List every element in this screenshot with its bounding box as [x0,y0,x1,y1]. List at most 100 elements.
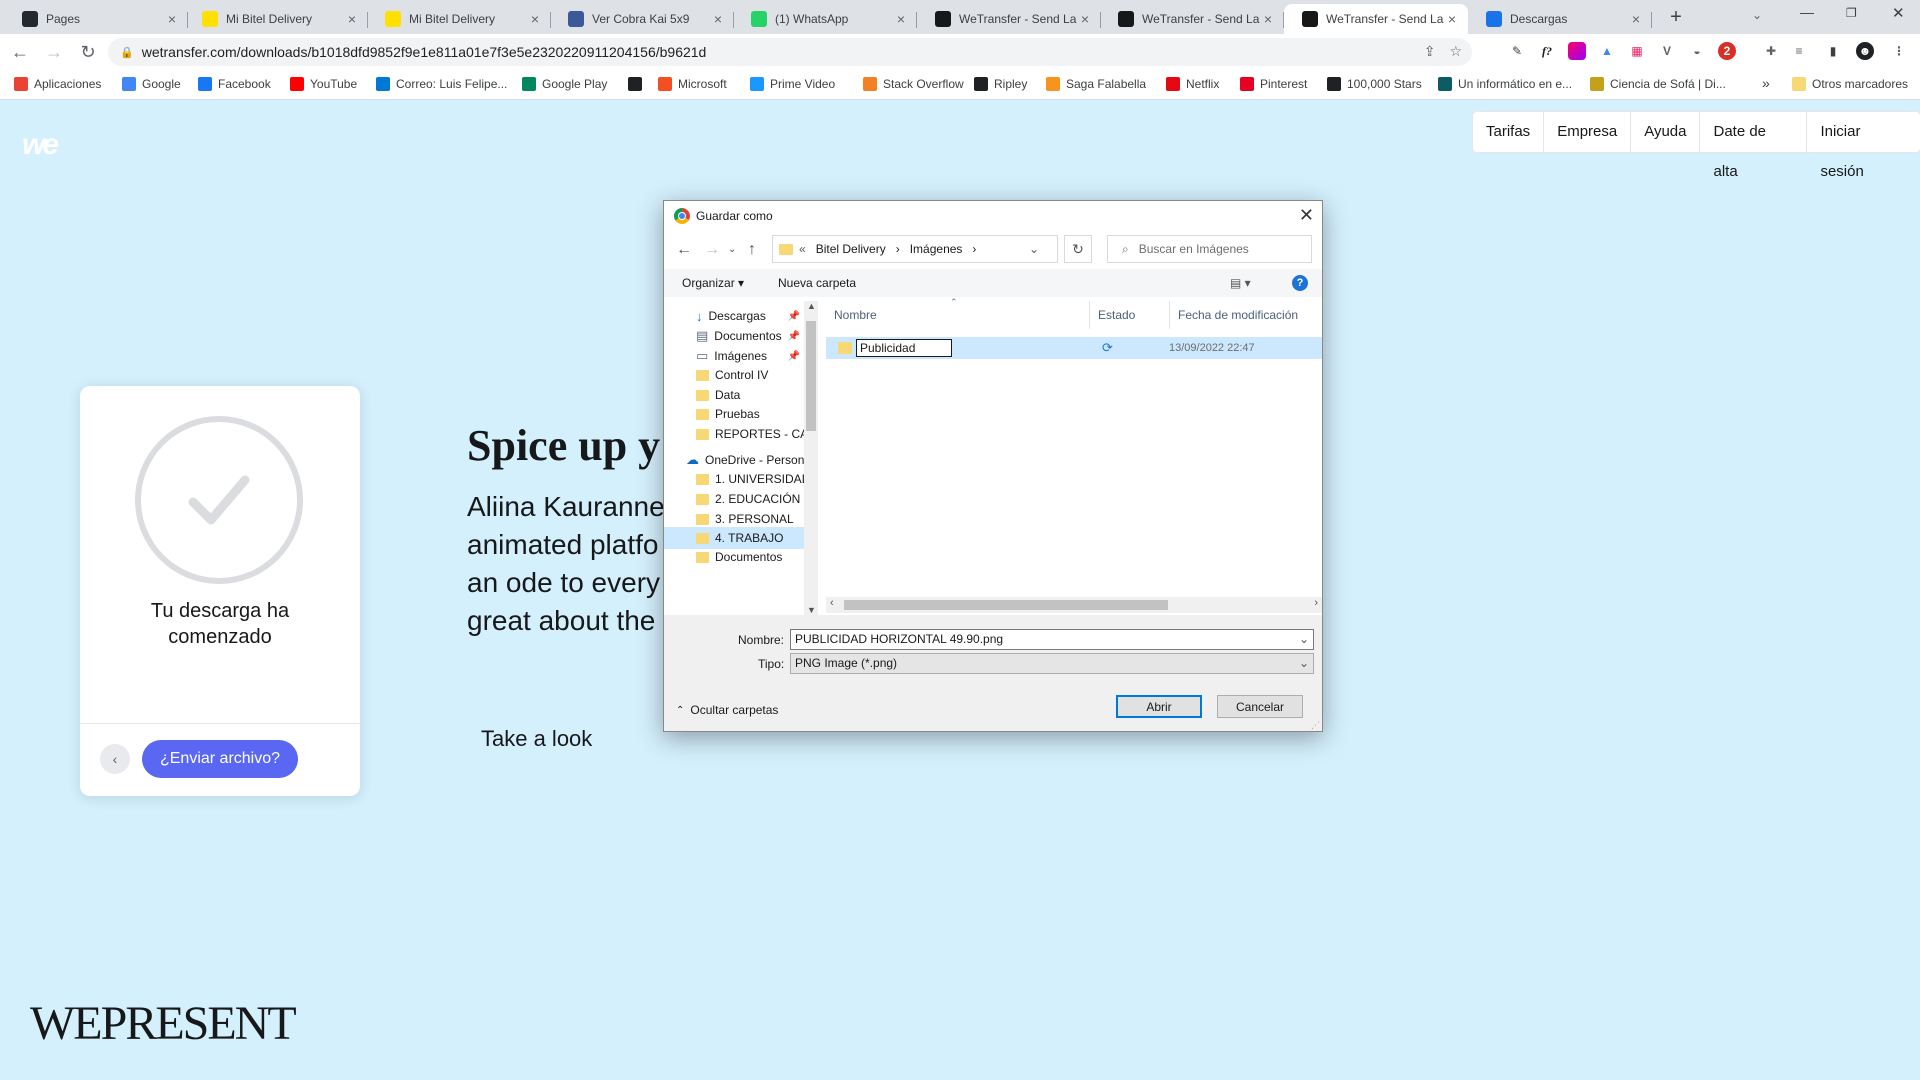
share-icon[interactable]: ⇪ [1424,43,1436,60]
bookmark-item[interactable]: Aplicaciones [14,77,101,91]
other-bookmarks[interactable]: Otros marcadores [1792,77,1908,91]
bookmark-star-icon[interactable]: ☆ [1449,43,1462,60]
puzzle-extensions-icon[interactable]: ✚ [1762,42,1780,60]
breadcrumb-imagenes[interactable]: Imágenes [910,242,963,256]
filename-field[interactable]: PUBLICIDAD HORIZONTAL 49.90.png ⌄ [790,629,1314,650]
column-date[interactable]: Fecha de modificación [1170,301,1322,329]
bookmark-item[interactable]: 100,000 Stars [1327,77,1422,91]
up-arrow-icon[interactable]: ↑ [748,241,756,259]
scroll-right-icon[interactable]: › [1314,597,1318,609]
tab[interactable]: (1) WhatsApp × [733,4,917,34]
tab-close-icon[interactable]: × [893,11,909,27]
bookmark-item[interactable]: Netflix [1166,77,1219,91]
address-bar[interactable]: 🔒 wetransfer.com/downloads/b1018dfd9852f… [108,38,1472,66]
column-status[interactable]: Estado [1090,301,1170,329]
bookmarks-overflow-icon[interactable]: » [1762,75,1770,91]
forward-arrow-icon[interactable]: → [704,241,720,259]
navigation-scrollbar[interactable]: ▲ ▼ [804,301,818,615]
tab-close-icon[interactable]: × [710,11,726,27]
tab[interactable]: WeTransfer - Send Lar × [1100,4,1284,34]
window-close-button[interactable]: ✕ [1892,4,1905,22]
bookmark-item[interactable]: Prime Video [750,77,835,91]
nav-item[interactable]: Iniciar sesión [1807,112,1920,180]
hide-folders-toggle[interactable]: ⌃ Ocultar carpetas [676,703,778,717]
reload-icon[interactable]: ↻ [74,38,102,66]
bookmark-item[interactable]: Google [122,77,181,91]
view-options-icon[interactable]: ▤ ▾ [1230,276,1251,290]
back-arrow-icon[interactable]: ← [676,241,692,259]
sidebar-item[interactable]: ↓ Descargas 📌 [664,305,804,327]
tab-close-icon[interactable]: × [527,11,543,27]
chevron-down-icon[interactable]: ⌄ [1299,630,1309,649]
nav-item[interactable]: Ayuda [1631,112,1701,152]
sidebar-item[interactable]: Control IV [664,364,804,386]
file-type-select[interactable]: PNG Image (*.png) ⌄ [790,653,1314,674]
bookmark-item[interactable]: Google Play [522,77,607,91]
wepresent-logo[interactable]: WEPRESENT [30,996,297,1051]
adblock-extension-icon[interactable]: 2 [1718,42,1736,60]
new-folder-button[interactable]: Nueva carpeta [778,276,856,290]
wetransfer-logo[interactable]: we [22,128,59,162]
tab[interactable]: WeTransfer - Send Lar × [917,4,1101,34]
grid-extension-icon[interactable]: ▦ [1628,42,1646,60]
organize-menu[interactable]: Organizar ▾ [682,276,744,290]
bookmark-item[interactable]: Un informático en e... [1438,77,1572,91]
recent-dropdown-icon[interactable]: ⌄ [728,244,736,255]
sidebar-item[interactable]: Documentos [664,546,804,568]
tab-close-icon[interactable]: × [1077,11,1093,27]
take-a-look-link[interactable]: Take a look [481,726,592,752]
bookmark-item[interactable]: Stack Overflow [863,77,964,91]
refresh-icon[interactable]: ↻ [1064,235,1092,263]
bookmark-item[interactable]: Microsoft [658,77,727,91]
color-extension-icon[interactable] [1568,42,1586,60]
side-panel-icon[interactable]: ▮ [1824,42,1842,60]
formula-extension-icon[interactable]: f? [1538,42,1556,60]
tab-close-icon[interactable]: × [1260,11,1276,27]
menu-kebab-icon[interactable]: ⋮ [1890,42,1908,60]
sidebar-item[interactable]: 1. UNIVERSIDAD [664,468,804,490]
cat-extension-icon[interactable]: ◒ [1688,42,1706,60]
restore-button[interactable]: ❐ [1846,6,1857,20]
bookmark-item[interactable]: Ripley [974,77,1027,91]
tab-close-icon[interactable]: × [164,11,180,27]
sidebar-item[interactable]: 2. EDUCACIÓN F [664,488,804,510]
breadcrumb-bitel-delivery[interactable]: Bitel Delivery [816,242,886,256]
bookmark-item[interactable]: Correo: Luis Felipe... [376,77,507,91]
tab[interactable]: Pages × [4,4,188,34]
bookmark-item[interactable]: Ciencia de Sofá | Di... [1590,77,1726,91]
open-button[interactable]: Abrir [1116,695,1202,718]
breadcrumb[interactable]: « Bitel Delivery › Imágenes › ⌄ [772,235,1058,263]
chevron-down-icon[interactable]: ⌄ [1299,654,1309,673]
tab-close-icon[interactable]: × [1444,11,1460,27]
minimize-button[interactable]: — [1800,4,1814,20]
tab[interactable]: Ver Cobra Kai 5x9 × [550,4,734,34]
bookmark-item[interactable]: YouTube [290,77,357,91]
resize-grip-icon[interactable]: ⋰ [1311,720,1320,731]
tab[interactable]: WeTransfer - Send Lar × [1284,4,1468,34]
list-item[interactable]: Publicidad ⟳ 13/09/2022 22:47 [826,337,1322,359]
tab[interactable]: Mi Bitel Delivery × [184,4,368,34]
cancel-button[interactable]: Cancelar [1217,695,1303,718]
back-icon[interactable]: ← [6,38,34,66]
bookmark-item[interactable]: Facebook [198,77,271,91]
chevron-left-icon[interactable]: ‹ [100,744,130,774]
nav-item[interactable]: Empresa [1544,112,1632,152]
sidebar-item[interactable]: Pruebas [664,403,804,425]
nav-item[interactable]: Tarifas [1473,112,1545,152]
search-input[interactable]: ⌕ Buscar en Imágenes [1107,235,1312,263]
new-tab-button[interactable]: + [1664,6,1688,30]
tab[interactable]: Mi Bitel Delivery × [367,4,551,34]
tab-search-icon[interactable]: ⌄ [1752,8,1762,22]
vpn-extension-icon[interactable]: V [1658,42,1676,60]
send-file-button[interactable]: ¿Enviar archivo? [142,740,298,778]
reading-list-icon[interactable]: ≡ [1790,42,1808,60]
chart-extension-icon[interactable]: ▲ [1598,42,1616,60]
extension-icon[interactable]: ✎ [1508,42,1526,60]
column-name[interactable]: Nombre [826,301,1090,329]
forward-icon[interactable]: → [40,38,68,66]
sidebar-item[interactable]: ▤ Documentos 📌 [664,325,804,347]
bookmark-item[interactable] [628,77,648,91]
tab-close-icon[interactable]: × [344,11,360,27]
horizontal-scrollbar[interactable]: ‹ › [826,597,1322,613]
rename-input[interactable]: Publicidad [856,339,952,357]
